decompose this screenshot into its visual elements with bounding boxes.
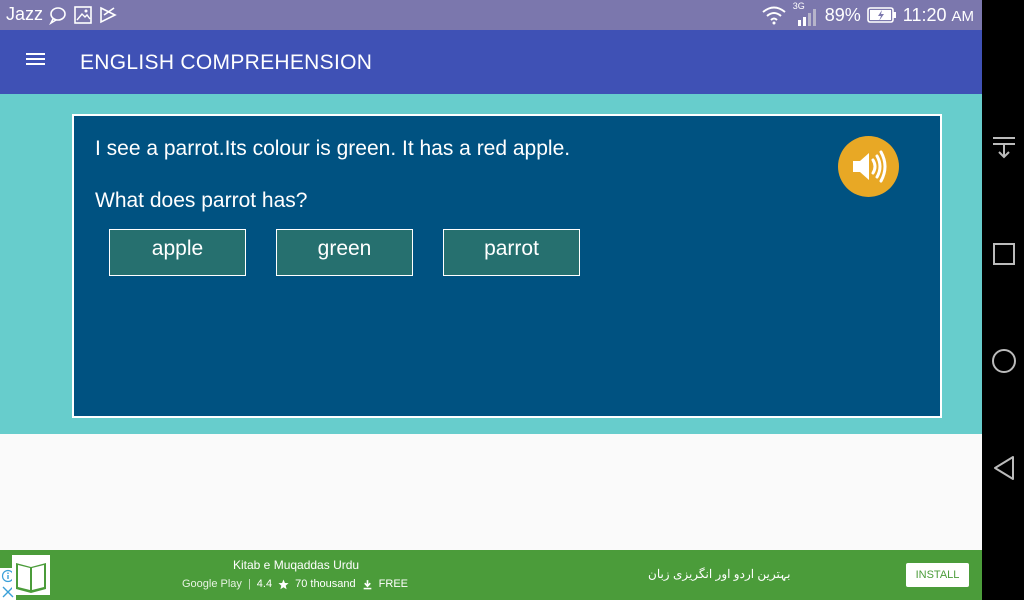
meta-divider: |: [247, 578, 251, 590]
back-icon[interactable]: [990, 454, 1018, 482]
home-icon[interactable]: [990, 347, 1018, 375]
ad-title: Kitab e Muqaddas Urdu: [233, 558, 360, 572]
wifi-icon: [762, 6, 786, 25]
option-parrot-button[interactable]: parrot: [443, 229, 580, 276]
ad-store: Google Play: [182, 578, 242, 590]
question-text: What does parrot has?: [95, 189, 308, 212]
book-icon: [16, 563, 46, 593]
battery-charging-icon: [866, 7, 896, 23]
download-icon: [363, 579, 372, 589]
ad-price: FREE: [378, 578, 408, 590]
app-bar: ENGLISH COMPREHENSION: [0, 30, 982, 94]
message-icon: [49, 6, 66, 25]
play-store-icon: [100, 6, 117, 23]
ad-meta: Google Play | 4.4 70 thousand FREE: [182, 578, 408, 590]
ad-tagline: بہترین اردو اور انگریزی زبان: [648, 567, 791, 581]
answer-options: apple green parrot: [109, 229, 580, 276]
system-nav-bar: [982, 0, 1024, 600]
recent-apps-icon[interactable]: [990, 240, 1018, 268]
status-bar: Jazz 3G 89% 11:20 AM: [0, 0, 982, 30]
passage-text: I see a parrot.Its colour is green. It h…: [95, 137, 571, 160]
hamburger-menu-icon[interactable]: [22, 50, 50, 74]
signal-icon: [797, 9, 816, 26]
ad-banner[interactable]: Kitab e Muqaddas Urdu Google Play | 4.4 …: [0, 550, 982, 600]
clock: 11:20 AM: [902, 4, 974, 25]
speaker-icon: [853, 150, 887, 183]
gallery-icon: [74, 5, 92, 24]
carrier-name: Jazz: [6, 4, 44, 24]
notification-shade-icon[interactable]: [990, 133, 1018, 161]
option-apple-button[interactable]: apple: [109, 229, 246, 276]
ad-rating: 4.4: [256, 578, 273, 590]
app-screen: Jazz 3G 89% 11:20 AM ENGLISH COMPREHENSI…: [0, 0, 982, 600]
signal-indicator: 3G: [793, 1, 819, 26]
battery-percent: 89%: [824, 4, 861, 25]
ad-downloads: 70 thousand: [295, 578, 356, 590]
option-green-button[interactable]: green: [276, 229, 413, 276]
page-title: ENGLISH COMPREHENSION: [80, 51, 373, 74]
install-button[interactable]: INSTALL: [906, 563, 969, 587]
speaker-button[interactable]: [838, 136, 899, 197]
star-icon: [278, 579, 289, 589]
ad-app-logo[interactable]: [12, 555, 50, 595]
quiz-card: I see a parrot.Its colour is green. It h…: [72, 114, 942, 418]
